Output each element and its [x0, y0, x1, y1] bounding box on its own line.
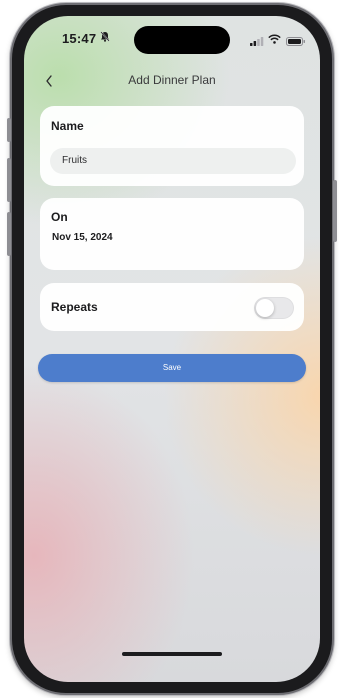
repeats-card: Repeats — [40, 283, 304, 331]
on-label: On — [51, 210, 68, 224]
cellular-signal-icon — [250, 33, 264, 51]
volume-up-button — [7, 158, 11, 202]
bell-slash-icon — [100, 31, 110, 45]
save-button[interactable]: Save — [38, 354, 306, 382]
date-picker[interactable]: Nov 15, 2024 — [52, 232, 113, 243]
repeats-toggle[interactable] — [254, 297, 294, 319]
home-indicator[interactable] — [122, 652, 222, 656]
toggle-knob — [256, 299, 274, 317]
repeats-label: Repeats — [51, 300, 98, 314]
name-label: Name — [51, 119, 84, 133]
screen: 15:47 Add Dinner Plan Name Fruits On Nov… — [24, 16, 320, 682]
action-button — [7, 118, 11, 142]
status-bar: 15:47 — [24, 16, 320, 60]
wifi-icon — [268, 31, 281, 49]
page-title: Add Dinner Plan — [128, 73, 216, 87]
name-card: Name Fruits — [40, 106, 304, 186]
navigation-bar: Add Dinner Plan — [24, 70, 320, 94]
dynamic-island — [134, 26, 230, 54]
status-time: 15:47 — [62, 31, 97, 46]
name-input[interactable]: Fruits — [50, 148, 296, 174]
volume-down-button — [7, 212, 11, 256]
power-button — [333, 180, 337, 242]
date-card: On Nov 15, 2024 — [40, 198, 304, 270]
battery-icon — [286, 33, 306, 51]
